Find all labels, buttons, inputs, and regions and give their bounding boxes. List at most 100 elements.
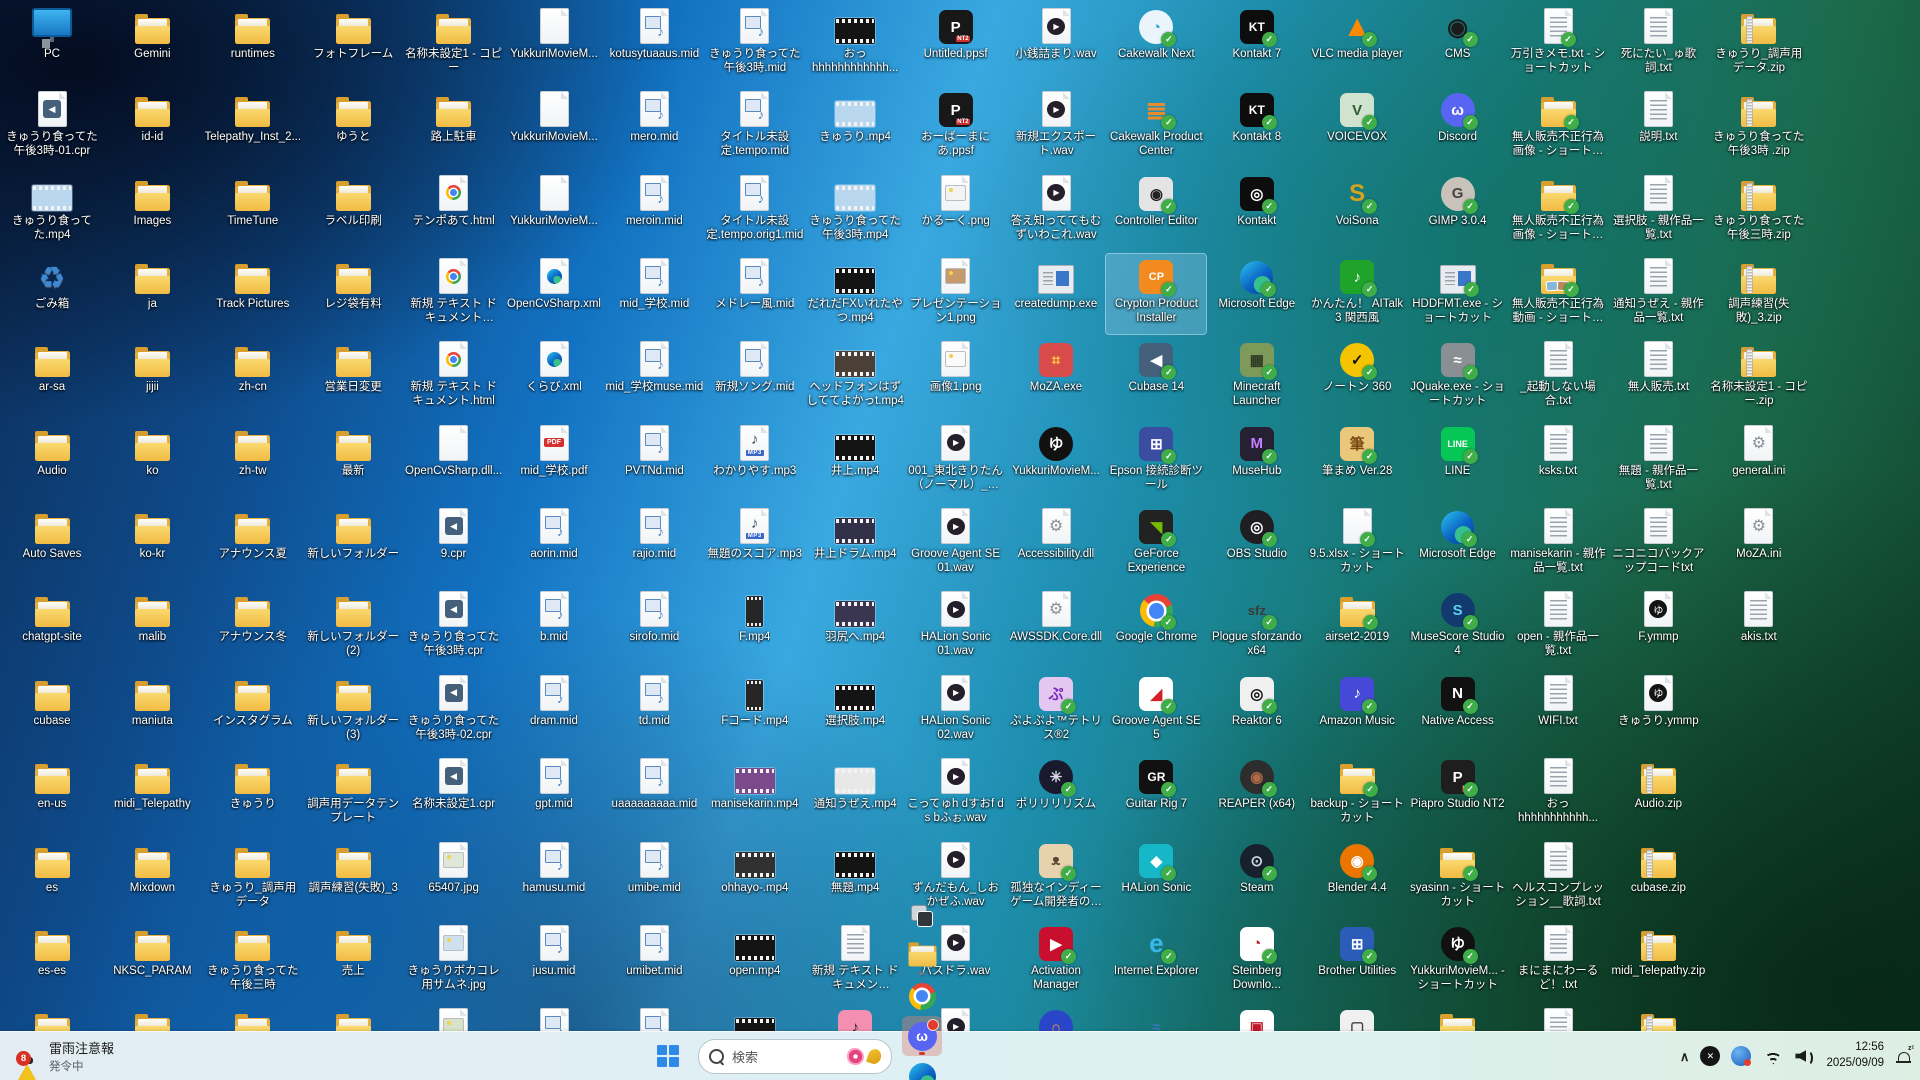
desktop-icon[interactable]: インスタグラム bbox=[203, 671, 303, 751]
desktop-icon[interactable]: ゆうと bbox=[303, 87, 403, 167]
desktop-icon[interactable]: くらび.xml bbox=[504, 337, 604, 417]
desktop-icon[interactable]: chatgpt-site bbox=[2, 587, 102, 667]
desktop-icon[interactable]: M✓ MuseHub bbox=[1207, 421, 1307, 501]
desktop-icon[interactable]: レジ袋有料 bbox=[303, 254, 403, 334]
desktop-icon[interactable]: ▶ Groove Agent SE 01.wav bbox=[906, 504, 1006, 584]
desktop-icon[interactable]: _起動しない場合.txt bbox=[1508, 337, 1608, 417]
desktop-icon[interactable]: zh-cn bbox=[203, 337, 303, 417]
desktop-icon[interactable]: manisekarin - 親作品一覧.txt bbox=[1508, 504, 1608, 584]
desktop-icon[interactable]: ko-kr bbox=[102, 504, 202, 584]
desktop-icon[interactable]: PNT2 Untitled.ppsf bbox=[906, 4, 1006, 84]
taskbar-file-explorer[interactable] bbox=[902, 936, 942, 976]
desktop-icon[interactable]: TimeTune bbox=[203, 171, 303, 251]
desktop-icon[interactable]: Mixdown bbox=[102, 838, 202, 918]
desktop-icon[interactable]: open.mp4 bbox=[705, 921, 805, 1001]
desktop-icon[interactable]: 名称未設定1 - コピー.zip bbox=[1709, 337, 1809, 417]
desktop-icon[interactable]: ⌗ MoZA.exe bbox=[1006, 337, 1106, 417]
desktop-icon[interactable]: ♪ umibe.mid bbox=[604, 838, 704, 918]
desktop-icon[interactable]: S✓ MuseScore Studio 4 bbox=[1408, 587, 1508, 667]
desktop-icon[interactable]: ✓ backup - ショートカット bbox=[1307, 754, 1407, 834]
desktop-icon[interactable]: 新規 テキスト ドキュメント.musicxml bbox=[805, 921, 905, 1001]
desktop-icon[interactable]: ◢✓ Groove Agent SE 5 bbox=[1106, 671, 1206, 751]
desktop-icon[interactable]: PNT2 おーばーまにあ.ppsf bbox=[906, 87, 1006, 167]
desktop-icon[interactable]: cubase bbox=[2, 671, 102, 751]
desktop-icon[interactable]: Audio.zip bbox=[1608, 754, 1708, 834]
desktop-icon[interactable]: アナウンス冬 bbox=[203, 587, 303, 667]
desktop-icon[interactable]: ◉✓ CMS bbox=[1408, 4, 1508, 84]
desktop-icon[interactable]: ⊙✓ Steam bbox=[1207, 838, 1307, 918]
desktop-icon[interactable]: ⊞✓ Brother Utilities bbox=[1307, 921, 1407, 1001]
desktop-icon[interactable]: ニコニコバックアップコードtxt bbox=[1608, 504, 1708, 584]
desktop-icon[interactable]: ω✓ Discord bbox=[1408, 87, 1508, 167]
desktop-icon[interactable]: ▶ 小銭詰まり.wav bbox=[1006, 4, 1106, 84]
tray-app-x-icon[interactable]: ✕ bbox=[1700, 1046, 1720, 1066]
desktop-icon[interactable]: YukkuriMovieM... bbox=[504, 171, 604, 251]
desktop-icon[interactable]: midi_Telepathy.zip bbox=[1608, 921, 1708, 1001]
desktop-icon[interactable]: ♪ umibet.mid bbox=[604, 921, 704, 1001]
desktop-icon[interactable]: Audio bbox=[2, 421, 102, 501]
desktop-icon[interactable]: ✓ Microsoft Edge bbox=[1408, 504, 1508, 584]
desktop-icon[interactable]: ⚙ MoZA.ini bbox=[1709, 504, 1809, 584]
desktop-icon[interactable]: ♪ hamusu.mid bbox=[504, 838, 604, 918]
desktop-icon[interactable]: 井上.mp4 bbox=[805, 421, 905, 501]
desktop-icon[interactable]: ♪ メドレー風.mid bbox=[705, 254, 805, 334]
desktop-icon[interactable]: ⚙ AWSSDK.Core.dll bbox=[1006, 587, 1106, 667]
desktop-icon[interactable]: ◎✓ Kontakt bbox=[1207, 171, 1307, 251]
desktop-icon[interactable]: ヘルスコンプレッション__歌詞.txt bbox=[1508, 838, 1608, 918]
desktop-icon[interactable]: 説明.txt bbox=[1608, 87, 1708, 167]
desktop-icon[interactable]: ぷ✓ ぷよぷよ™テトリス®2 bbox=[1006, 671, 1106, 751]
desktop-icon[interactable]: 井上ドラム.mp4 bbox=[805, 504, 905, 584]
desktop-icon[interactable]: ◔✓ Steinberg Downlo... bbox=[1207, 921, 1307, 1001]
desktop-icon[interactable]: zh-tw bbox=[203, 421, 303, 501]
desktop-icon[interactable]: ◀ 名称未設定1.cpr bbox=[404, 754, 504, 834]
desktop-icon[interactable]: Telepathy_Inst_2... bbox=[203, 87, 303, 167]
volume-icon[interactable] bbox=[1795, 1048, 1815, 1064]
desktop-icon[interactable]: ◥✓ GeForce Experience bbox=[1106, 504, 1206, 584]
desktop-icon[interactable]: ✓ Microsoft Edge bbox=[1207, 254, 1307, 334]
desktop-icon[interactable]: 新しいフォルダー (2) bbox=[303, 587, 403, 667]
desktop-icon[interactable]: おっhhhhhhhhhhh... bbox=[1508, 754, 1608, 834]
desktop-icon[interactable]: きゅうりボカコレ用サムネ.jpg bbox=[404, 921, 504, 1001]
desktop-icon[interactable]: ▶✓ Activation Manager bbox=[1006, 921, 1106, 1001]
desktop-icon[interactable]: ♪ b.mid bbox=[504, 587, 604, 667]
desktop-icon[interactable]: ◎✓ OBS Studio bbox=[1207, 504, 1307, 584]
desktop-icon[interactable]: ヘッドフォンはずしててよかっt.mp4 bbox=[805, 337, 905, 417]
desktop-icon[interactable]: runtimes bbox=[203, 4, 303, 84]
desktop-icon[interactable]: 名称未設定1 - コピー bbox=[404, 4, 504, 84]
wifi-icon[interactable] bbox=[1762, 1048, 1784, 1065]
desktop-icon[interactable]: ▶ 新規エクスポート.wav bbox=[1006, 87, 1106, 167]
start-button[interactable] bbox=[648, 1036, 688, 1076]
desktop-icon[interactable]: ◉✓ Controller Editor bbox=[1106, 171, 1206, 251]
desktop-icon[interactable]: ♪ gpt.mid bbox=[504, 754, 604, 834]
desktop-icon[interactable]: es bbox=[2, 838, 102, 918]
desktop-icon[interactable]: だれだFXいれたやつ.mp4 bbox=[805, 254, 905, 334]
desktop-icon[interactable]: Gemini bbox=[102, 4, 202, 84]
desktop-icon[interactable]: jijii bbox=[102, 337, 202, 417]
desktop-icon[interactable]: ▶ HALion Sonic 02.wav bbox=[906, 671, 1006, 751]
desktop-icon[interactable]: 65407.jpg bbox=[404, 838, 504, 918]
desktop-icon[interactable]: かるーく.png bbox=[906, 171, 1006, 251]
desktop-icon[interactable]: 死にたい_ゅ歌詞.txt bbox=[1608, 4, 1708, 84]
desktop-icon[interactable]: ✓ 無人販売不正行為画像 - ショートカッ... bbox=[1508, 87, 1608, 167]
desktop-icon[interactable]: ✓ Google Chrome bbox=[1106, 587, 1206, 667]
desktop-icon[interactable]: ar-sa bbox=[2, 337, 102, 417]
desktop-icon[interactable]: ko bbox=[102, 421, 202, 501]
desktop-icon[interactable]: cubase.zip bbox=[1608, 838, 1708, 918]
desktop-icon[interactable]: open - 親作品一覧.txt bbox=[1508, 587, 1608, 667]
desktop-icon[interactable]: ◀✓ Cubase 14 bbox=[1106, 337, 1206, 417]
desktop-icon[interactable]: 営業日変更 bbox=[303, 337, 403, 417]
desktop-icon[interactable]: V✓ VOICEVOX bbox=[1307, 87, 1407, 167]
desktop-icon[interactable]: en-us bbox=[2, 754, 102, 834]
desktop-icon[interactable]: テンポあて.html bbox=[404, 171, 504, 251]
desktop-icon[interactable]: ≈✓ JQuake.exe - ショートカット bbox=[1408, 337, 1508, 417]
desktop-icon[interactable]: ♻ ごみ箱 bbox=[2, 254, 102, 334]
desktop-icon[interactable]: ✓✓ ノートン 360 bbox=[1307, 337, 1407, 417]
desktop-icon[interactable]: ♪✓ Amazon Music bbox=[1307, 671, 1407, 751]
desktop-icon[interactable]: ⚙ Accessibility.dll bbox=[1006, 504, 1106, 584]
desktop-icon[interactable]: 無題.mp4 bbox=[805, 838, 905, 918]
desktop-icon[interactable]: ≣✓ Cakewalk Product Center bbox=[1106, 87, 1206, 167]
desktop-icon[interactable]: ♪ aorin.mid bbox=[504, 504, 604, 584]
desktop-icon[interactable]: ✓ 無人販売不正行為動画 - ショートカット bbox=[1508, 254, 1608, 334]
desktop-icon[interactable]: ラベル印刷 bbox=[303, 171, 403, 251]
desktop-icon[interactable]: 新規 テキスト ドキュメント.html bbox=[404, 337, 504, 417]
